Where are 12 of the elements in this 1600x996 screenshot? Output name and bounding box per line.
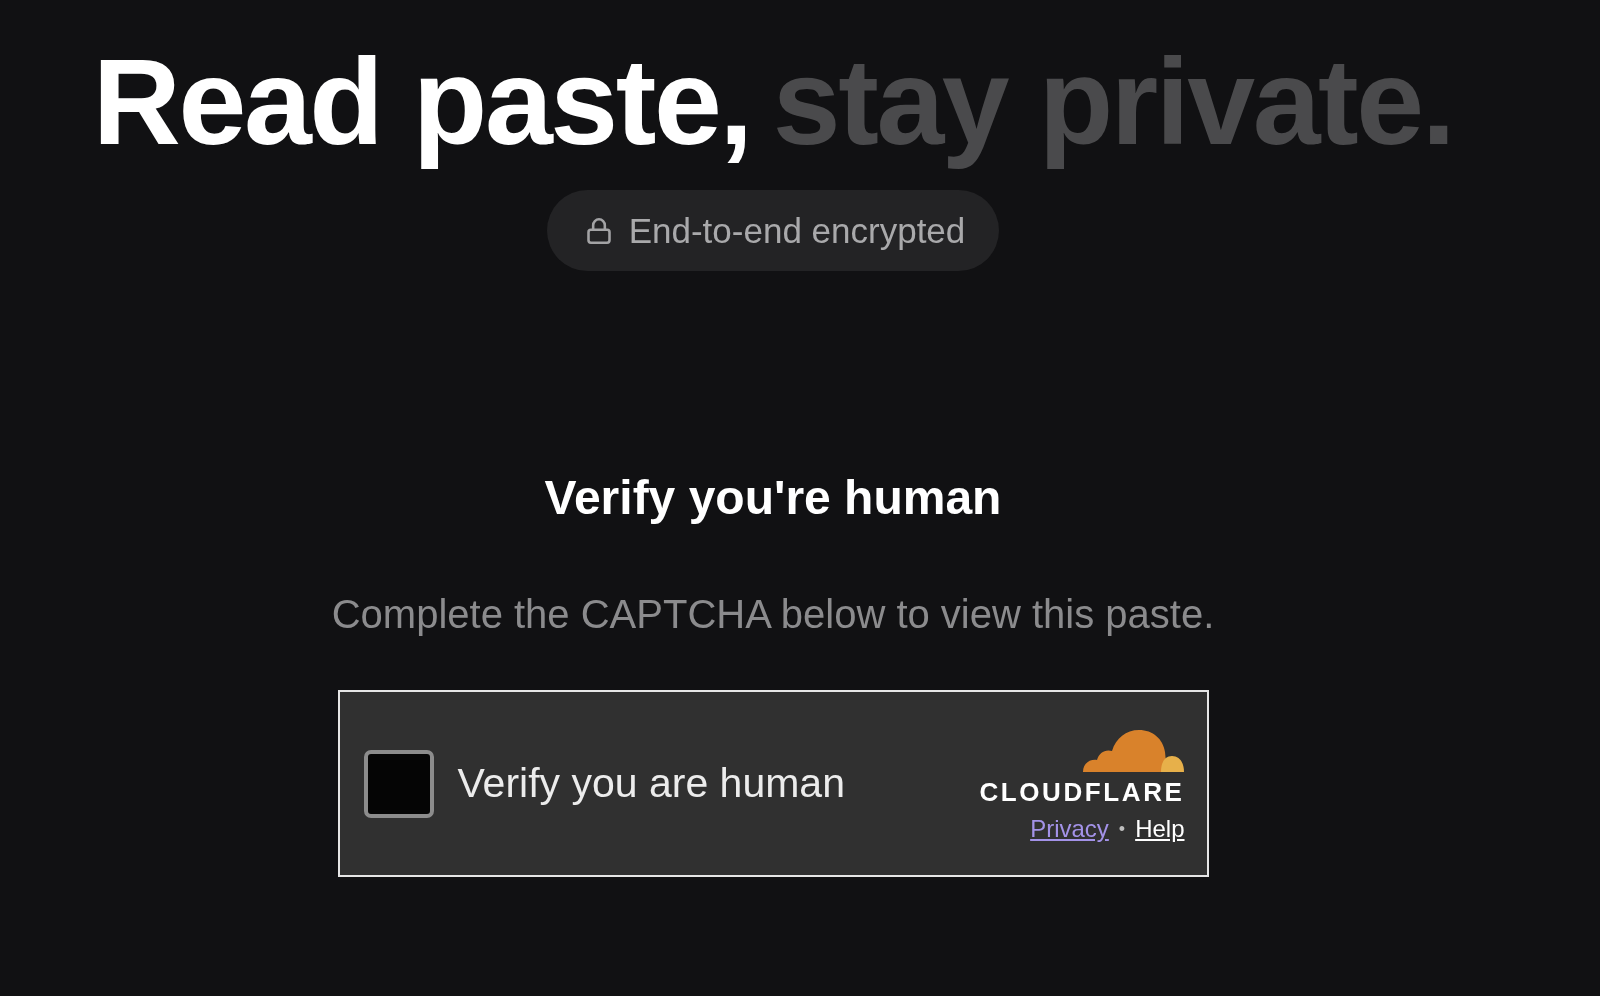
lock-icon <box>584 216 613 245</box>
headline-lead: Read paste, <box>92 33 751 172</box>
footer-link[interactable]: Help <box>1135 817 1185 842</box>
link-separator: • <box>1118 820 1126 839</box>
badge-label: End-to-end encrypted <box>628 213 966 249</box>
captcha-checkbox[interactable] <box>363 749 434 818</box>
brand-wordmark: CLOUDFLARE <box>979 779 1185 806</box>
verify-title: Verify you're human <box>544 474 1002 523</box>
headline-tail: stay private. <box>772 33 1454 172</box>
checkbox-label: Verify you are human <box>457 763 845 805</box>
verify-description: Complete the CAPTCHA below to view this paste. <box>331 594 1215 635</box>
footer-link[interactable]: Privacy <box>1030 817 1109 842</box>
